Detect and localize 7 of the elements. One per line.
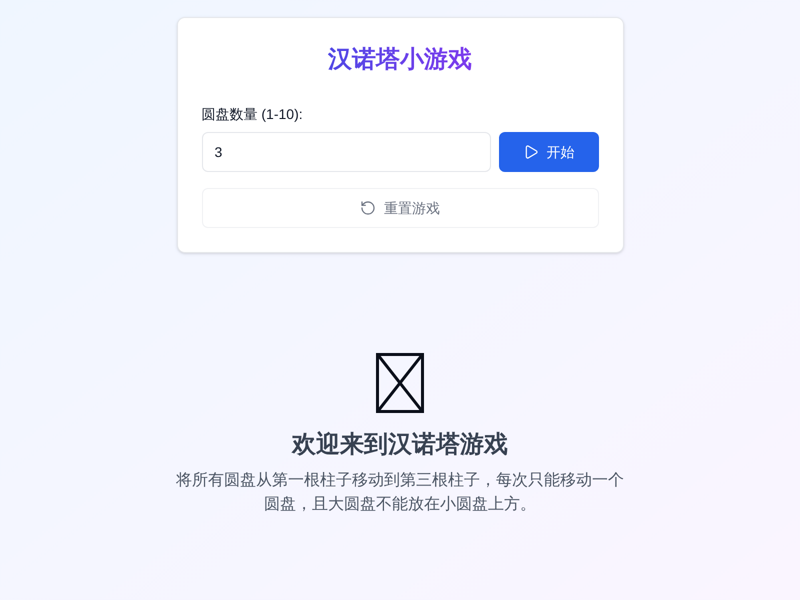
disk-count-label: 圆盘数量 (1-10): (202, 105, 303, 124)
start-button[interactable]: 开始 (498, 132, 598, 172)
crossed-box-icon (376, 353, 424, 413)
welcome-heading: 欢迎来到汉诺塔游戏 (292, 430, 508, 460)
welcome-text: 将所有圆盘从第一根柱子移动到第三根柱子，每次只能移动一个圆盘，且大圆盘不能放在小圆盘上方。 (175, 470, 625, 515)
disk-count-input[interactable]: 3 (202, 132, 490, 172)
reset-icon (360, 200, 376, 216)
